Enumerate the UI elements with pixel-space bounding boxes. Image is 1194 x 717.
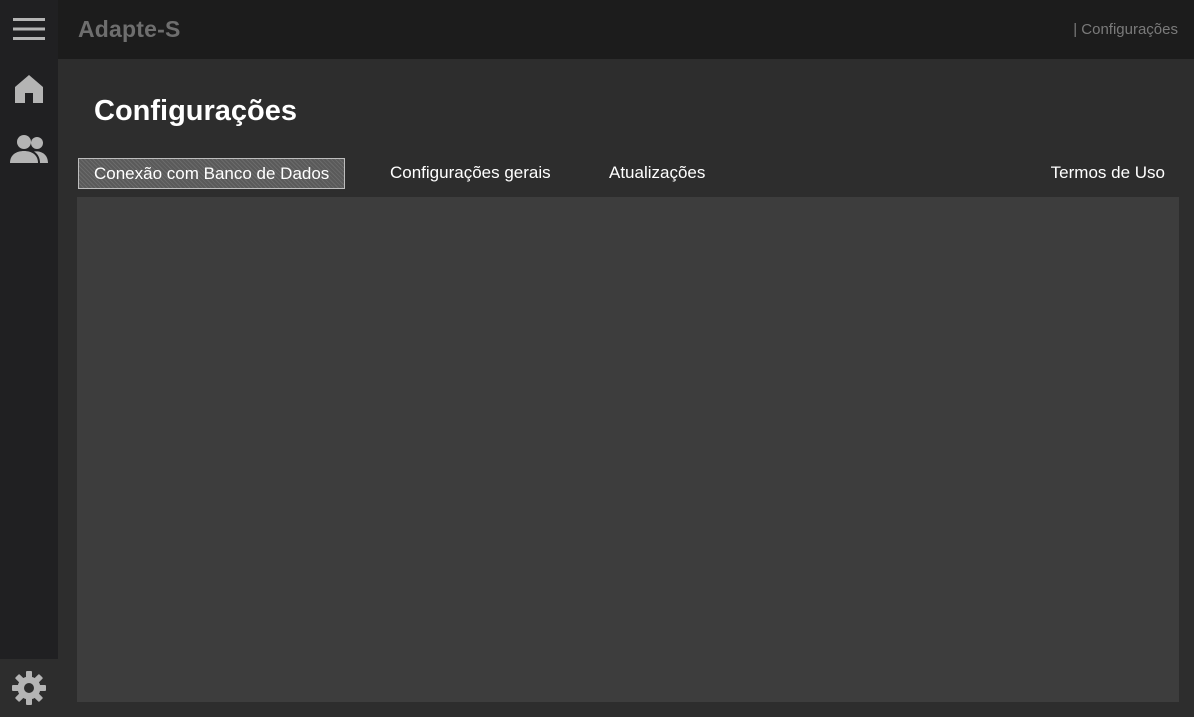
tab-bar: Conexão com Banco de Dados Configurações… — [78, 158, 1180, 189]
tab-content-panel — [77, 197, 1179, 702]
breadcrumb: | Configurações — [1073, 21, 1178, 38]
tab-updates[interactable]: Atualizações — [609, 158, 705, 188]
hamburger-menu-icon — [13, 18, 45, 40]
app-window: Adapte-S | Configurações Configurações C… — [0, 0, 1194, 717]
tab-terms-of-use[interactable]: Termos de Uso — [1051, 158, 1180, 188]
sidebar-menu-button[interactable] — [0, 0, 58, 58]
top-bar: Adapte-S | Configurações — [58, 0, 1194, 59]
sidebar-item-settings[interactable] — [0, 659, 58, 717]
home-icon — [15, 75, 43, 103]
tab-general-settings[interactable]: Configurações gerais — [390, 158, 551, 188]
sidebar — [0, 0, 58, 717]
app-title: Adapte-S — [78, 16, 181, 42]
page-title: Configurações — [94, 95, 298, 127]
sidebar-item-users[interactable] — [0, 120, 58, 178]
main-content: Configurações Conexão com Banco de Dados… — [58, 59, 1194, 717]
sidebar-item-home[interactable] — [0, 60, 58, 118]
users-icon — [10, 135, 48, 163]
gear-icon — [12, 671, 46, 705]
tab-database-connection[interactable]: Conexão com Banco de Dados — [78, 158, 346, 189]
